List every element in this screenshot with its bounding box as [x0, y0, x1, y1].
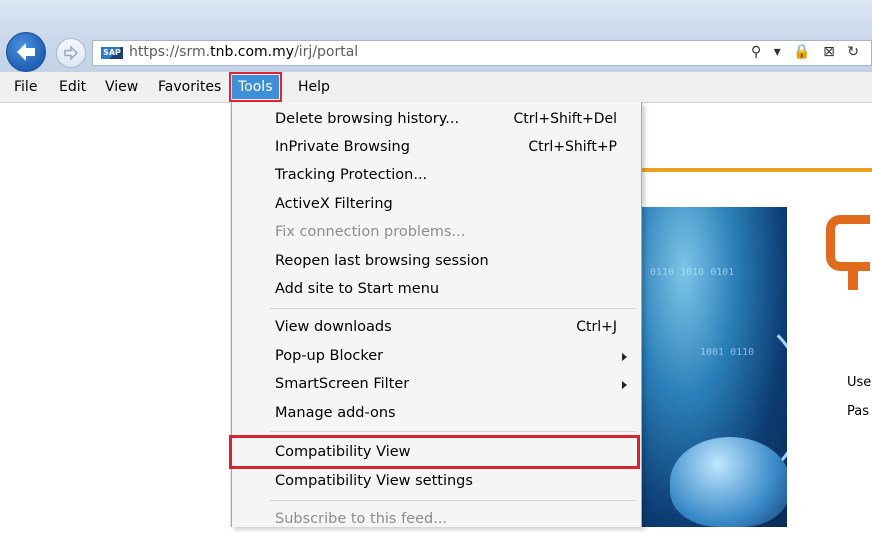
- menu-item-shortcut: Ctrl+Shift+Del: [513, 111, 617, 127]
- menu-item-label: Tracking Protection...: [275, 167, 428, 183]
- menu-item-label: Manage add-ons: [275, 405, 396, 421]
- menu-item-tracking-protection[interactable]: Tracking Protection...: [232, 161, 641, 189]
- menu-edit[interactable]: Edit: [59, 72, 86, 102]
- menu-separator: [270, 431, 636, 432]
- menu-item-label: View downloads: [275, 319, 392, 335]
- compatibility-view-highlight: [229, 435, 640, 469]
- menu-item-label: Subscribe to this feed...: [275, 511, 448, 527]
- menu-separator: [270, 308, 636, 309]
- menu-item-smartscreen[interactable]: SmartScreen Filter: [232, 370, 641, 398]
- banner-pattern: 1001 0110: [700, 347, 755, 358]
- submenu-arrow-icon: [622, 353, 627, 361]
- menu-item-fix-connection: Fix connection problems...: [232, 218, 641, 246]
- submenu-arrow-icon: [622, 381, 627, 389]
- logo-icon: [826, 215, 870, 271]
- forward-button[interactable]: [56, 38, 86, 68]
- url-prefix: https://srm.: [129, 44, 211, 60]
- url-domain: tnb.com.my: [210, 44, 295, 60]
- menu-item-manage-addons[interactable]: Manage add-ons: [232, 399, 641, 427]
- menu-item-popup-blocker[interactable]: Pop-up Blocker: [232, 342, 641, 370]
- menu-item-activex-filtering[interactable]: ActiveX Filtering: [232, 190, 641, 218]
- url-text[interactable]: https://srm.tnb.com.my/irj/portal: [129, 44, 358, 60]
- menu-file[interactable]: File: [14, 72, 37, 102]
- menu-item-compatibility-settings[interactable]: Compatibility View settings: [232, 467, 641, 495]
- menu-item-label: SmartScreen Filter: [275, 376, 410, 392]
- menu-item-add-start-menu[interactable]: Add site to Start menu: [232, 275, 641, 303]
- menu-help[interactable]: Help: [298, 72, 330, 102]
- menu-item-label: ActiveX Filtering: [275, 196, 393, 212]
- menu-item-label: Add site to Start menu: [275, 281, 440, 297]
- header-rule: [640, 168, 872, 172]
- menu-view[interactable]: View: [105, 72, 138, 102]
- menu-item-subscribe-feed: Subscribe to this feed...: [232, 505, 641, 533]
- url-path: /irj/portal: [294, 44, 359, 60]
- menu-separator: [270, 500, 636, 501]
- forward-arrow-icon: [64, 45, 79, 61]
- menu-item-label: InPrivate Browsing: [275, 139, 410, 155]
- menu-item-delete-history[interactable]: Delete browsing history... Ctrl+Shift+De…: [232, 105, 641, 133]
- menu-tools[interactable]: Tools: [229, 72, 282, 102]
- menu-favorites[interactable]: Favorites: [158, 72, 221, 102]
- menu-item-shortcut: Ctrl+Shift+P: [528, 139, 617, 155]
- password-label: Pas: [847, 404, 869, 419]
- back-button[interactable]: [6, 32, 46, 72]
- menu-item-label: Compatibility View settings: [275, 473, 473, 489]
- site-favicon-icon: SAP: [101, 47, 123, 59]
- user-label: Use: [847, 375, 872, 390]
- menu-item-reopen-session[interactable]: Reopen last browsing session: [232, 247, 641, 275]
- menu-bar: File Edit View Favorites Tools Help: [0, 72, 872, 103]
- address-bar-icons[interactable]: ⚲ ▾ 🔒 ⊠ ↻: [751, 44, 863, 60]
- menu-item-label: Delete browsing history...: [275, 111, 460, 127]
- logo-tail: [848, 268, 858, 290]
- menu-item-shortcut: Ctrl+J: [576, 319, 617, 335]
- banner-image: 0110 1010 0101 1001 0110: [640, 207, 787, 527]
- menu-item-label: Reopen last browsing session: [275, 253, 489, 269]
- menu-item-view-downloads[interactable]: View downloads Ctrl+J: [232, 313, 641, 341]
- back-arrow-icon: [17, 43, 35, 61]
- address-bar[interactable]: SAP https://srm.tnb.com.my/irj/portal ⚲ …: [92, 40, 872, 66]
- banner-pattern: 0110 1010 0101: [650, 267, 735, 278]
- menu-item-inprivate[interactable]: InPrivate Browsing Ctrl+Shift+P: [232, 133, 641, 161]
- menu-item-label: Fix connection problems...: [275, 224, 466, 240]
- menu-item-label: Pop-up Blocker: [275, 348, 384, 364]
- banner-mouse: [670, 437, 787, 527]
